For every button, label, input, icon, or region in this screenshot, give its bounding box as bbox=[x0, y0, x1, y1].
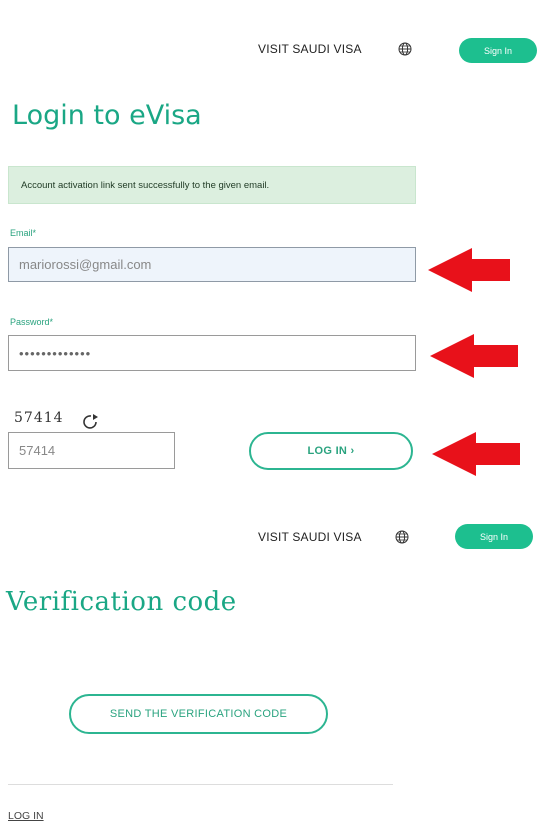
visit-saudi-visa-link[interactable]: VISIT SAUDI VISA bbox=[258, 530, 362, 544]
alert-message: Account activation link sent successfull… bbox=[21, 179, 270, 191]
red-arrow-left-icon bbox=[430, 334, 518, 378]
red-arrow-left-icon bbox=[432, 432, 520, 476]
visit-saudi-visa-link[interactable]: VISIT SAUDI VISA bbox=[258, 42, 362, 56]
captcha-input[interactable]: 57414 bbox=[8, 432, 175, 469]
password-value: ••••••••••••• bbox=[19, 345, 92, 361]
log-in-button[interactable]: LOG IN › bbox=[249, 432, 413, 470]
refresh-icon[interactable] bbox=[82, 414, 100, 430]
divider bbox=[8, 784, 393, 785]
captcha-image: 57414 bbox=[14, 410, 64, 426]
page-title: Login to eVisa bbox=[12, 100, 202, 131]
log-in-link[interactable]: LOG IN bbox=[8, 810, 44, 822]
password-field[interactable]: ••••••••••••• bbox=[8, 335, 416, 371]
globe-icon[interactable] bbox=[395, 530, 409, 544]
red-arrow-left-icon bbox=[428, 248, 510, 292]
captcha-input-value: 57414 bbox=[19, 443, 56, 458]
sign-in-button[interactable]: Sign In bbox=[459, 38, 537, 63]
password-label: Password* bbox=[10, 317, 54, 327]
sign-in-button[interactable]: Sign In bbox=[455, 524, 533, 549]
send-verification-code-button[interactable]: SEND THE VERIFICATION CODE bbox=[69, 694, 328, 734]
email-field[interactable]: mariorossi@gmail.com bbox=[8, 247, 416, 282]
globe-icon[interactable] bbox=[398, 42, 412, 56]
success-alert: Account activation link sent successfull… bbox=[8, 166, 416, 204]
email-label: Email* bbox=[10, 228, 37, 238]
verification-title: Verification code bbox=[6, 587, 237, 617]
email-value: mariorossi@gmail.com bbox=[19, 257, 152, 272]
